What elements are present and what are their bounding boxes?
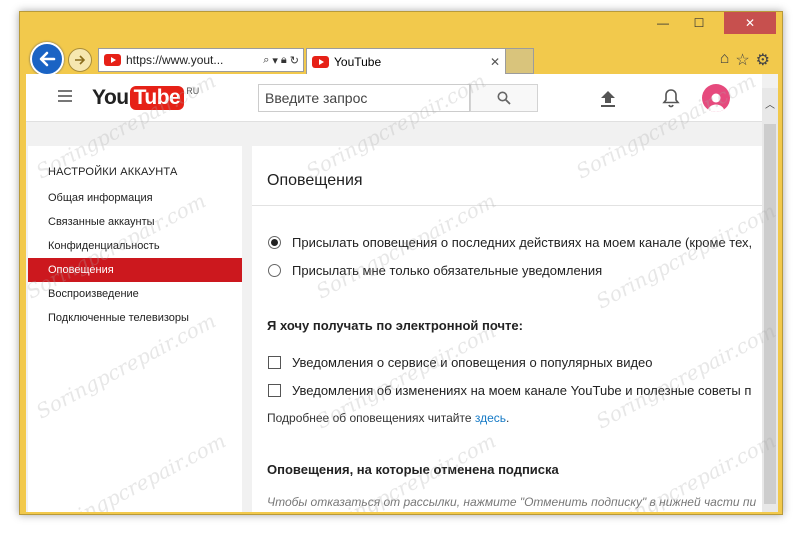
avatar[interactable] bbox=[702, 84, 730, 112]
search-icon[interactable]: ⌕ bbox=[263, 54, 269, 67]
checkbox-label: Уведомления о сервисе и оповещения о поп… bbox=[292, 355, 653, 370]
checkbox[interactable] bbox=[268, 384, 281, 397]
refresh-icon[interactable]: ↻ bbox=[290, 54, 299, 67]
radio-option-required-only[interactable]: Присылать мне только обязательные уведом… bbox=[268, 263, 602, 278]
tab-youtube[interactable]: YouTube ✕ bbox=[306, 48, 506, 74]
radio-label: Присылать оповещения о последних действи… bbox=[292, 235, 753, 250]
search-input[interactable]: Введите запрос bbox=[258, 84, 470, 112]
unsubscribe-hint: Чтобы отказаться от рассылки, нажмите "О… bbox=[267, 495, 757, 509]
youtube-favicon-icon bbox=[104, 54, 121, 66]
bell-icon[interactable] bbox=[662, 88, 680, 108]
logo-text-tube: Tube bbox=[129, 86, 185, 110]
youtube-favicon-icon bbox=[312, 55, 329, 68]
minimize-button[interactable]: — bbox=[648, 12, 678, 34]
user-icon bbox=[707, 93, 725, 112]
search-button[interactable] bbox=[470, 84, 538, 112]
address-bar[interactable]: https://www.yout... ⌕ ▾ 🔒︎ ↻ bbox=[98, 48, 304, 72]
search-icon bbox=[497, 91, 511, 105]
scroll-up-arrow-icon[interactable]: ︿ bbox=[762, 96, 778, 111]
sidebar-item-playback[interactable]: Воспроизведение bbox=[28, 282, 242, 306]
logo-text-you: You bbox=[92, 86, 129, 109]
page-title: Оповещения bbox=[267, 172, 363, 189]
sidebar-heading: НАСТРОЙКИ АККАУНТА bbox=[48, 166, 178, 178]
radio-option-all-activity[interactable]: Присылать оповещения о последних действи… bbox=[268, 235, 752, 250]
more-info-end: . bbox=[506, 411, 510, 425]
address-text[interactable]: https://www.yout... bbox=[126, 53, 263, 67]
checkbox-label: Уведомления об изменениях на моем канале… bbox=[292, 383, 752, 398]
checkbox[interactable] bbox=[268, 356, 281, 369]
more-info-link[interactable]: здесь bbox=[475, 411, 506, 425]
youtube-logo[interactable]: You Tube RU bbox=[92, 86, 199, 110]
back-arrow-icon bbox=[39, 51, 56, 67]
star-icon[interactable]: ☆ bbox=[735, 50, 749, 70]
upload-icon[interactable] bbox=[600, 90, 616, 108]
sidebar-item-notifications[interactable]: Оповещения bbox=[28, 258, 242, 282]
menu-icon[interactable] bbox=[58, 90, 72, 105]
panel-title-bar: Оповещения bbox=[252, 146, 762, 206]
home-icon[interactable]: ⌂ bbox=[720, 50, 730, 70]
sidebar-item-general[interactable]: Общая информация bbox=[28, 186, 242, 210]
checkbox-option-service[interactable]: Уведомления о сервисе и оповещения о поп… bbox=[268, 355, 653, 370]
logo-region: RU bbox=[186, 86, 200, 96]
maximize-button[interactable]: ☐ bbox=[684, 12, 714, 34]
close-window-button[interactable]: ✕ bbox=[724, 12, 776, 34]
new-tab-button[interactable] bbox=[506, 48, 534, 74]
notifications-panel: Оповещения Присылать оповещения о послед… bbox=[252, 146, 762, 512]
page-viewport: You Tube RU Введите запрос ︿ НАСТРОЙКИ А… bbox=[26, 74, 778, 512]
tab-close-icon[interactable]: ✕ bbox=[485, 55, 505, 69]
sidebar-item-privacy[interactable]: Конфиденциальность bbox=[28, 234, 242, 258]
radio-button[interactable] bbox=[268, 264, 281, 277]
youtube-header: You Tube RU Введите запрос bbox=[26, 74, 762, 122]
lock-icon[interactable]: 🔒︎ bbox=[281, 54, 287, 67]
unsubscribed-section-heading: Оповещения, на которые отменена подписка bbox=[267, 462, 559, 477]
browser-window: — ☐ ✕ https://www.yout... ⌕ ▾ 🔒︎ ↻ YouTu… bbox=[19, 11, 783, 515]
email-section-heading: Я хочу получать по электронной почте: bbox=[267, 318, 523, 333]
dropdown-icon[interactable]: ▾ bbox=[272, 54, 278, 67]
gear-icon[interactable]: ⚙ bbox=[756, 50, 770, 70]
checkbox-option-channel[interactable]: Уведомления об изменениях на моем канале… bbox=[268, 383, 751, 398]
radio-label: Присылать мне только обязательные уведом… bbox=[292, 263, 603, 278]
radio-button-selected[interactable] bbox=[268, 236, 281, 249]
more-info-text: Подробнее об оповещениях читайте bbox=[267, 411, 472, 425]
tab-title: YouTube bbox=[334, 54, 382, 69]
forward-button[interactable] bbox=[68, 48, 92, 72]
back-button[interactable] bbox=[30, 42, 64, 76]
settings-sidebar: НАСТРОЙКИ АККАУНТА Общая информация Связ… bbox=[28, 146, 242, 512]
sidebar-item-linked-accounts[interactable]: Связанные аккаунты bbox=[28, 210, 242, 234]
more-info-line: Подробнее об оповещениях читайте здесь. bbox=[267, 411, 509, 425]
scrollbar-thumb[interactable] bbox=[764, 124, 776, 504]
sidebar-item-connected-tvs[interactable]: Подключенные телевизоры bbox=[28, 306, 242, 330]
forward-arrow-icon bbox=[75, 55, 86, 65]
